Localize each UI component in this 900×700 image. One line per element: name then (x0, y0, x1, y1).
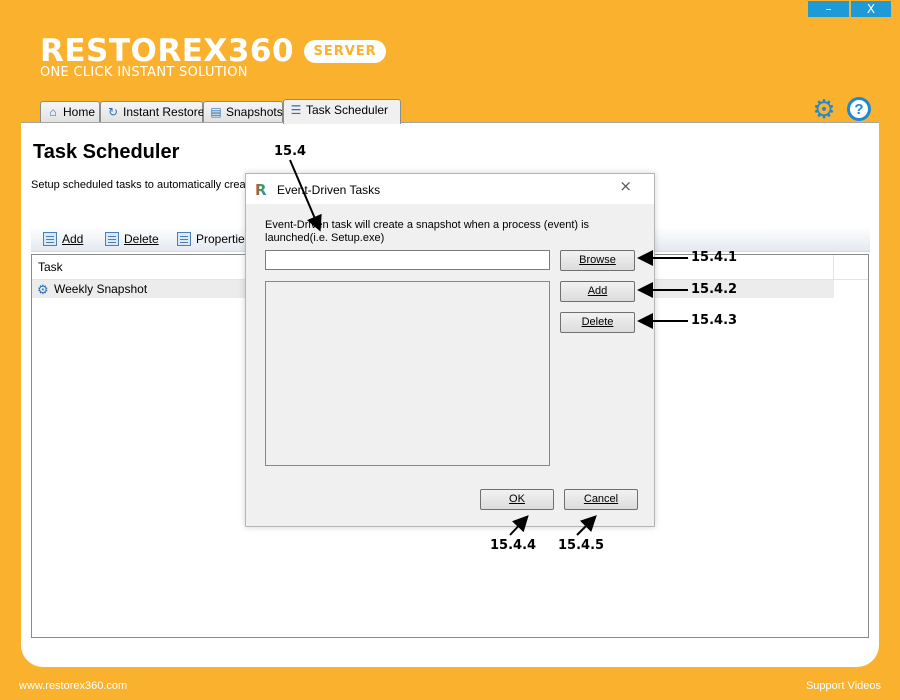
app-logo-icon: R (255, 181, 267, 199)
annotation-15-4-1: 15.4.1 (691, 250, 738, 265)
minimize-button[interactable]: – (808, 1, 849, 17)
close-button[interactable]: X (851, 1, 891, 17)
tab-snapshots[interactable]: ▤ Snapshots (203, 101, 283, 123)
home-icon: ⌂ (49, 105, 57, 119)
annotation-15-4-4: 15.4.4 (490, 538, 537, 553)
tab-snapshots-label: Snapshots (226, 105, 283, 119)
column-header-task[interactable]: Task (38, 255, 63, 279)
task-name: Weekly Snapshot (54, 282, 148, 296)
process-path-input[interactable] (265, 250, 550, 270)
settings-gear-icon[interactable]: ⚙ (812, 94, 836, 124)
annotation-15-4: 15.4 (274, 144, 307, 159)
tab-instant-restore-label: Instant Restore (123, 105, 205, 119)
ok-button[interactable]: OK (480, 489, 554, 510)
event-driven-tasks-dialog: R Event-Driven Tasks × Event-Driven task… (245, 173, 655, 527)
help-icon[interactable]: ? (847, 97, 871, 121)
add-button[interactable]: Add (560, 281, 635, 302)
brand-badge: SERVER (304, 39, 386, 63)
dialog-title: Event-Driven Tasks (277, 183, 381, 197)
restore-icon: ↻ (107, 105, 119, 119)
delete-button[interactable]: Delete (560, 312, 635, 333)
properties-button[interactable]: Properties (177, 232, 251, 246)
page-title: Task Scheduler (33, 141, 180, 163)
tab-home-label: Home (63, 105, 96, 119)
dialog-body: Event-Driven task will create a snapshot… (246, 204, 654, 526)
app-logo: RESTOREX360 SERVER (40, 33, 386, 69)
add-task-label: Add (62, 232, 84, 246)
support-videos-link[interactable]: Support Videos (806, 680, 881, 692)
add-icon (43, 232, 57, 246)
page-description: Setup scheduled tasks to automatically c… (31, 179, 249, 191)
tab-task-scheduler-label: Task Scheduler (306, 103, 389, 117)
add-task-button[interactable]: Add (43, 232, 83, 246)
cancel-button[interactable]: Cancel (564, 489, 638, 510)
event-process-list[interactable] (265, 281, 550, 466)
annotation-15-4-5: 15.4.5 (558, 538, 605, 553)
gear-icon: ⚙ (37, 282, 49, 297)
brand-tagline: ONE CLICK INSTANT SOLUTION (40, 65, 248, 80)
delete-icon (105, 232, 119, 246)
properties-label: Properties (196, 232, 251, 246)
annotation-15-4-2: 15.4.2 (691, 282, 738, 297)
delete-task-button[interactable]: Delete (105, 232, 159, 246)
annotation-15-4-3: 15.4.3 (691, 313, 738, 328)
snapshots-icon: ▤ (210, 105, 222, 119)
scheduler-icon: ☰ (290, 103, 302, 117)
dialog-titlebar: R Event-Driven Tasks × (246, 174, 654, 204)
properties-icon (177, 232, 191, 246)
dialog-message: Event-Driven task will create a snapshot… (265, 219, 590, 244)
column-separator (833, 255, 834, 279)
browse-button[interactable]: Browse (560, 250, 635, 271)
delete-task-label: Delete (124, 232, 159, 246)
dialog-close-icon[interactable]: × (619, 177, 632, 195)
tab-task-scheduler[interactable]: ☰ Task Scheduler (283, 99, 401, 124)
tab-home[interactable]: ⌂ Home (40, 101, 100, 123)
window-controls: – X (806, 1, 891, 17)
brand-name: RESTOREX360 (40, 33, 295, 69)
tab-instant-restore[interactable]: ↻ Instant Restore (100, 101, 205, 123)
website-link[interactable]: www.restorex360.com (19, 680, 127, 692)
